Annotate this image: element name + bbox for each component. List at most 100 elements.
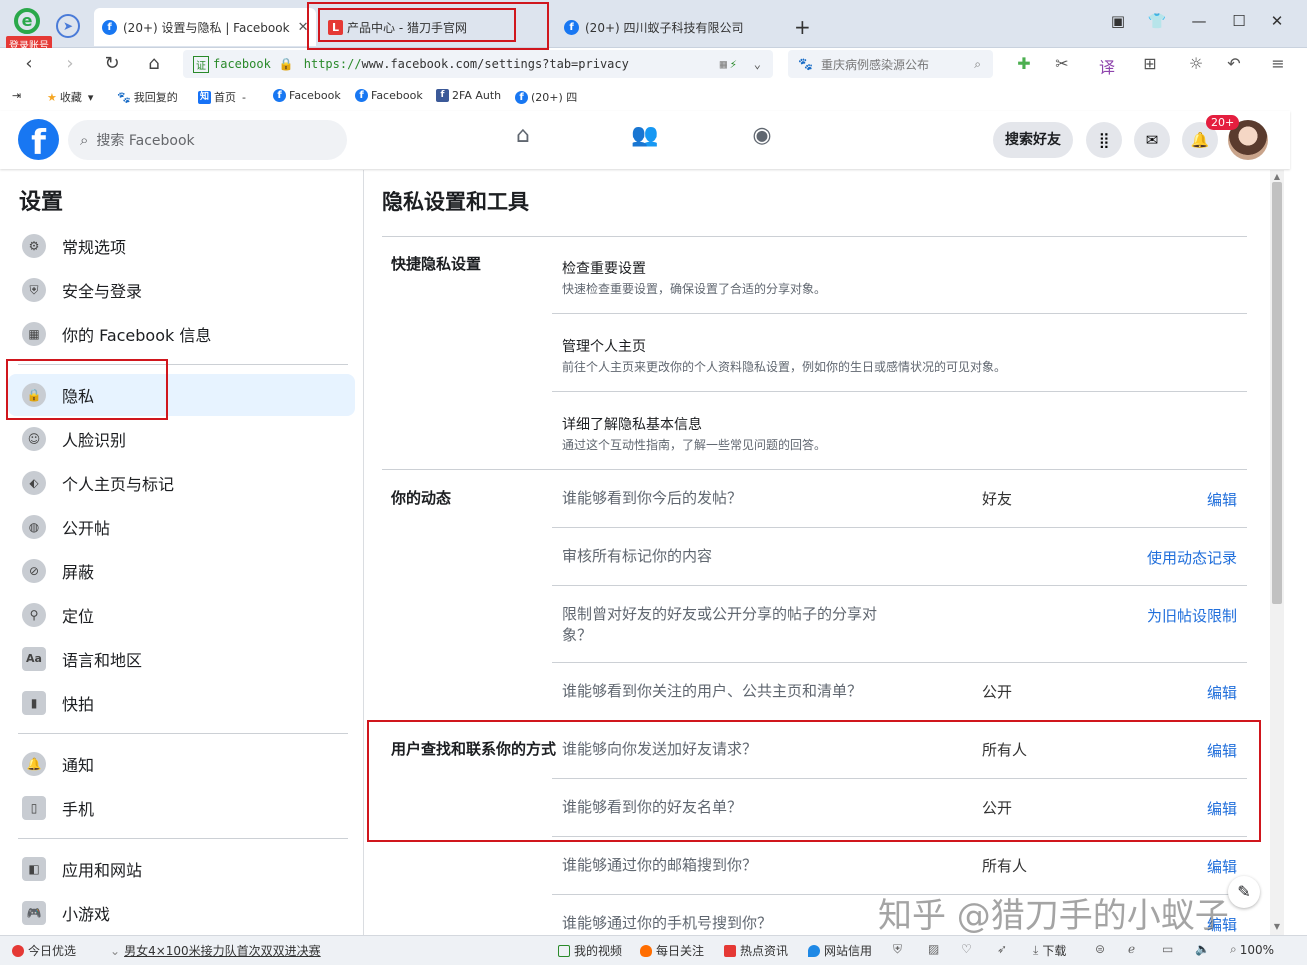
compass-icon[interactable]: ➤: [56, 14, 80, 38]
divider: [382, 236, 1247, 237]
bookmark-facebook-2[interactable]: f Facebook: [355, 89, 423, 102]
scroll-down-arrow-icon[interactable]: ▼: [1270, 922, 1284, 931]
browser-search-input[interactable]: 🐾 重庆病例感染源公布 ⌕: [788, 50, 993, 78]
new-tab-button[interactable]: +: [786, 8, 816, 46]
download-icon: ⤓: [1033, 943, 1039, 957]
book-icon: ▮: [22, 691, 46, 715]
sidebar-item-language[interactable]: Aa 语言和地区: [8, 638, 355, 680]
sidebar-toggle-icon[interactable]: ⇥: [12, 89, 21, 102]
skin-icon[interactable]: 👕: [1143, 12, 1171, 30]
menu-grid-icon[interactable]: ⣿: [1086, 122, 1122, 158]
back-icon[interactable]: ‹: [16, 53, 42, 74]
bookmark-zhihu-home[interactable]: 知首页 -: [198, 89, 246, 105]
reload-icon[interactable]: ↻: [99, 53, 125, 74]
home-icon[interactable]: ⌂: [503, 123, 543, 157]
paw-icon: 🐾: [117, 90, 131, 104]
sidebar-item-notifications[interactable]: 🔔 通知: [8, 743, 355, 785]
tab-label: (20+) 设置与隐私 | Facebook: [123, 20, 290, 35]
status-news-ticker[interactable]: ⌄ 男女4×100米接力队首次双双进决赛: [110, 942, 321, 959]
translate-icon[interactable]: 译: [1095, 54, 1119, 78]
image-icon[interactable]: ▨: [928, 942, 939, 956]
tab-counter-icon[interactable]: ▣: [1104, 12, 1132, 30]
friends-icon[interactable]: 👥: [625, 123, 665, 157]
groups-icon[interactable]: ◉: [742, 123, 782, 157]
heartbeat-icon[interactable]: ♡: [961, 942, 972, 956]
shield-icon[interactable]: ⛨: [893, 942, 902, 957]
minimize-icon[interactable]: —: [1185, 12, 1213, 30]
status-my-videos[interactable]: 我的视频: [558, 942, 622, 959]
sidebar-item-security[interactable]: ⛨ 安全与登录: [8, 269, 355, 311]
lightning-icon[interactable]: ⚡: [730, 57, 737, 71]
facebook-logo-icon[interactable]: f: [18, 119, 59, 160]
scissors-icon[interactable]: ✂: [1050, 54, 1074, 73]
edit-link[interactable]: 编辑: [1207, 856, 1237, 877]
bookmark-2fa-auth[interactable]: f 2FA Auth: [436, 89, 501, 102]
quick-item-title[interactable]: 检查重要设置: [562, 258, 646, 278]
scrollbar-thumb[interactable]: [1272, 182, 1282, 604]
edit-link[interactable]: 编辑: [1207, 740, 1237, 761]
window-icon[interactable]: ▭: [1162, 942, 1173, 956]
compose-message-icon[interactable]: ✎: [1228, 876, 1260, 908]
close-icon[interactable]: ✕: [298, 20, 309, 35]
forward-icon[interactable]: ›: [57, 53, 83, 74]
sidebar-item-profile-tagging[interactable]: ⬖ 个人主页与标记: [8, 462, 355, 504]
sidebar-item-face-recognition[interactable]: ☺ 人脸识别: [8, 418, 355, 460]
quick-item-title[interactable]: 管理个人主页: [562, 336, 646, 356]
status-download[interactable]: ⤓ 下载: [1033, 942, 1066, 959]
bookmark-my-replies[interactable]: 🐾 我回复的: [117, 89, 178, 105]
quick-item-title[interactable]: 详细了解隐私基本信息: [562, 414, 702, 434]
volume-icon[interactable]: 🔈: [1195, 942, 1210, 956]
status-zoom[interactable]: ⌕ 100%: [1230, 942, 1274, 957]
sidebar-item-public-posts[interactable]: ◍ 公开帖: [8, 506, 355, 548]
browser-logo[interactable]: e 登录账号: [6, 6, 52, 53]
home-icon[interactable]: ⌂: [141, 53, 167, 74]
limit-past-posts-link[interactable]: 为旧帖设限制: [1147, 605, 1237, 626]
undo-icon[interactable]: ↶: [1222, 54, 1246, 73]
window-close-icon[interactable]: ✕: [1263, 12, 1291, 30]
qr-icon[interactable]: ▦: [720, 57, 727, 71]
divider: [382, 469, 1247, 470]
status-site-credit[interactable]: 网站信用: [808, 942, 872, 959]
activity-log-link[interactable]: 使用动态记录: [1147, 547, 1237, 568]
certificate-icon[interactable]: 证: [193, 55, 209, 73]
speed-icon[interactable]: ⊜: [1095, 942, 1105, 956]
bookmark-facebook-1[interactable]: f Facebook: [273, 89, 341, 102]
bookmark-sichuan[interactable]: f (20+) 四: [515, 89, 577, 105]
url-bar[interactable]: 证 facebook 🔒 https:// www.facebook.com/s…: [183, 50, 773, 78]
sidebar-item-stories[interactable]: ▮ 快拍: [8, 682, 355, 724]
search-icon[interactable]: ⌕: [974, 57, 981, 72]
sidebar-item-privacy[interactable]: 🔒 隐私: [8, 374, 355, 416]
sidebar-item-general[interactable]: ⚙ 常规选项: [8, 225, 355, 267]
status-hot-news[interactable]: 热点资讯: [724, 942, 788, 959]
sidebar-item-location[interactable]: ⚲ 定位: [8, 594, 355, 636]
water-drop-icon: [808, 944, 820, 957]
find-friends-button[interactable]: 搜索好友: [993, 122, 1073, 158]
edit-link[interactable]: 编辑: [1207, 489, 1237, 510]
status-daily-focus[interactable]: 每日关注: [640, 942, 704, 959]
sidebar-item-your-info[interactable]: ▦ 你的 Facebook 信息: [8, 313, 355, 355]
tab-product-center[interactable]: L 产品中心 - 猎刀手官网: [320, 8, 545, 46]
scroll-up-arrow-icon[interactable]: ▲: [1270, 172, 1284, 181]
tab-label: (20+) 四川蚁子科技有限公司: [585, 20, 744, 35]
sidebar-item-blocking[interactable]: ⊘ 屏蔽: [8, 550, 355, 592]
apps-grid-icon[interactable]: ⊞: [1138, 54, 1162, 73]
brightness-icon[interactable]: ☼: [1184, 54, 1208, 73]
menu-icon[interactable]: ≡: [1266, 54, 1290, 73]
bookmark-favorites[interactable]: ★ 收藏 ▾: [47, 89, 93, 105]
maximize-icon[interactable]: ☐: [1225, 12, 1253, 30]
messenger-icon[interactable]: ✉: [1134, 122, 1170, 158]
facebook-search-input[interactable]: ⌕ 搜索 Facebook: [68, 120, 347, 160]
extension-puzzle-icon[interactable]: ✚: [1012, 54, 1036, 73]
facebook-favicon-icon: f: [102, 19, 117, 35]
sidebar-item-mobile[interactable]: ▯ 手机: [8, 787, 355, 829]
sidebar-item-apps-websites[interactable]: ◧ 应用和网站: [8, 848, 355, 890]
rocket-icon[interactable]: ➶: [997, 942, 1007, 956]
edit-link[interactable]: 编辑: [1207, 798, 1237, 819]
ie-mode-icon[interactable]: ℯ: [1128, 942, 1135, 956]
tab-settings-privacy[interactable]: f (20+) 设置与隐私 | Facebook ✕: [94, 8, 316, 46]
edit-link[interactable]: 编辑: [1207, 682, 1237, 703]
status-today-picks[interactable]: 今日优选: [12, 942, 76, 959]
chevron-down-icon[interactable]: ⌄: [754, 57, 761, 71]
tab-sichuan-company[interactable]: f (20+) 四川蚁子科技有限公司: [556, 8, 761, 46]
sidebar-item-instant-games[interactable]: 🎮 小游戏: [8, 892, 355, 934]
